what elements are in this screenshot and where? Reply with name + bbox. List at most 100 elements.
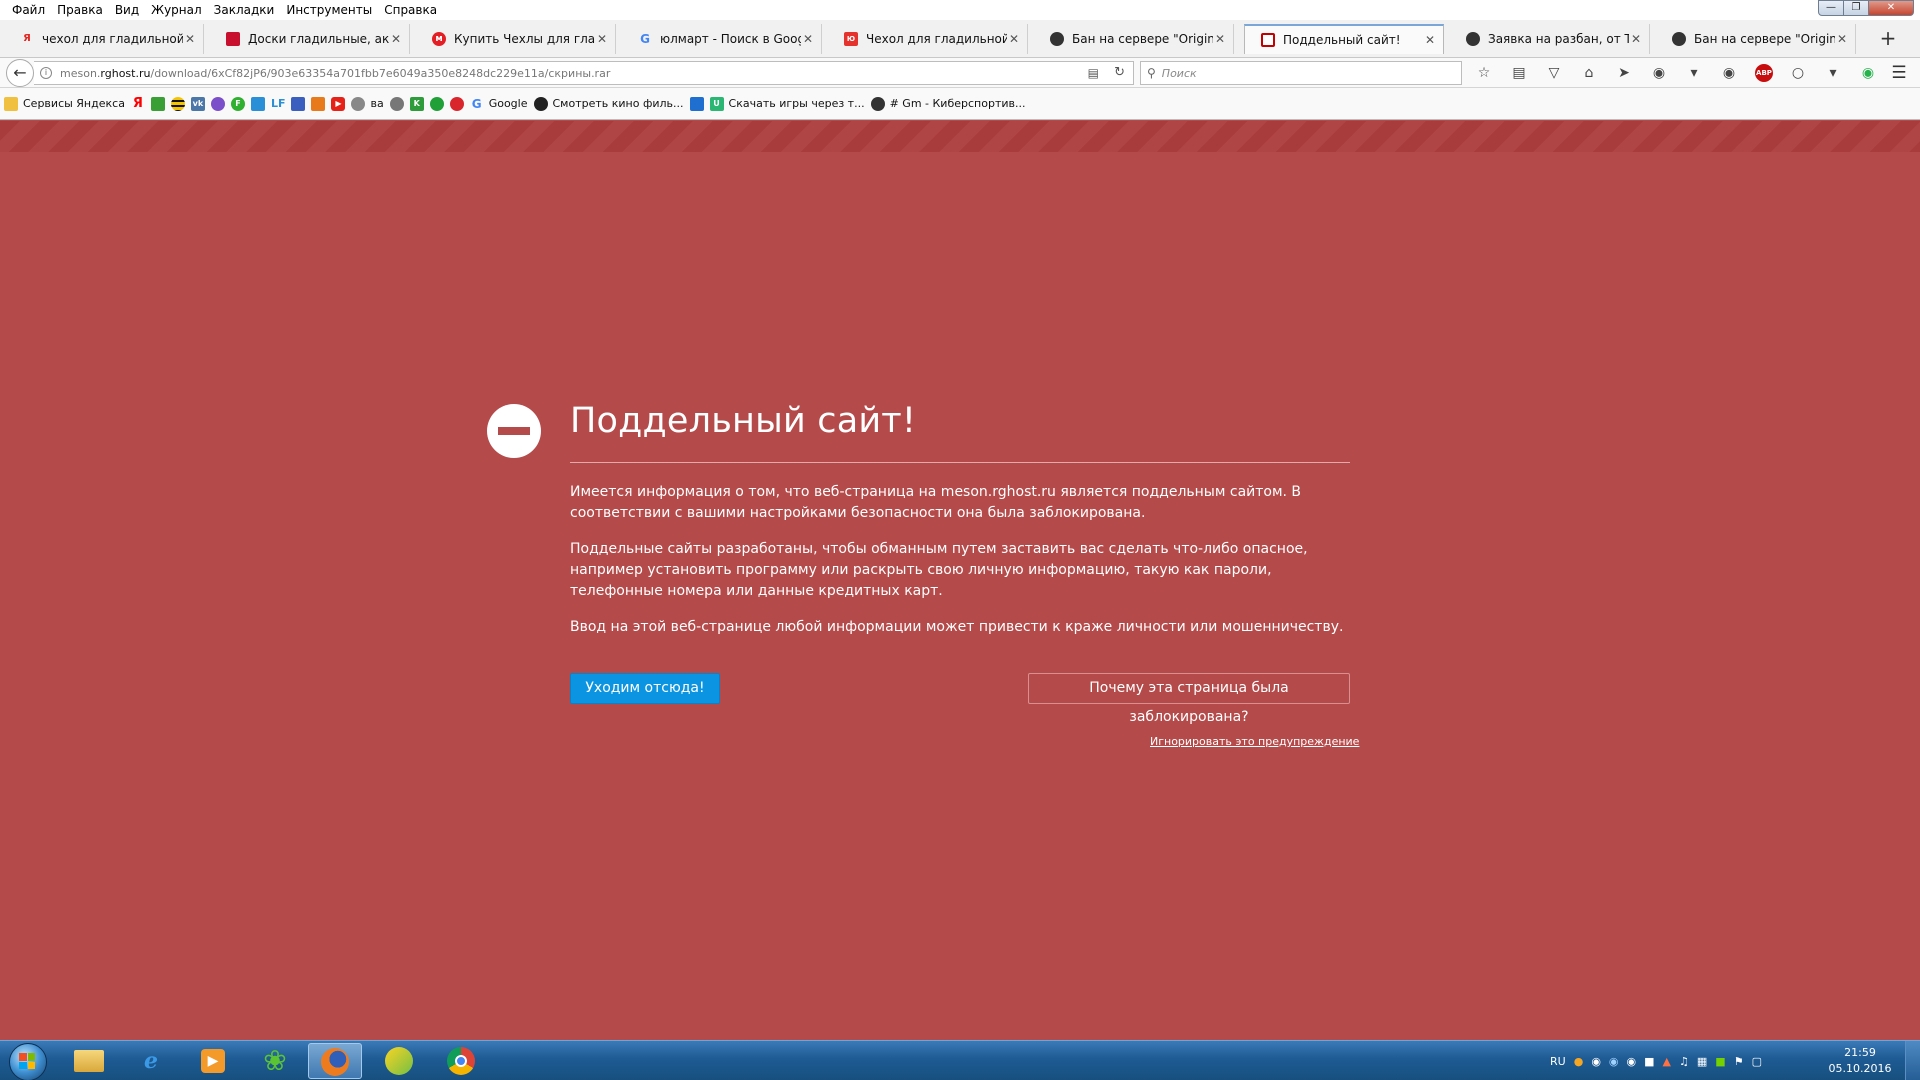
icq-icon[interactable]: ❀: [248, 1043, 302, 1079]
bookmark-youtube[interactable]: ▶: [331, 96, 346, 111]
why-blocked-button[interactable]: Почему эта страница была заблокирована?: [1028, 673, 1350, 725]
dropdown-icon[interactable]: ▾: [1819, 62, 1847, 84]
close-tab-icon[interactable]: ✕: [1007, 32, 1021, 46]
clock[interactable]: 21:59 05.10.2016: [1822, 1045, 1898, 1077]
close-tab-icon[interactable]: ✕: [1423, 33, 1437, 47]
site-info-icon[interactable]: i: [40, 67, 52, 79]
close-window-button[interactable]: ✕: [1868, 0, 1914, 16]
media-player-icon[interactable]: ▶: [186, 1043, 240, 1079]
close-tab-icon[interactable]: ✕: [1629, 32, 1643, 46]
bookmark-10[interactable]: [311, 96, 326, 111]
bookmark-6[interactable]: F: [230, 96, 245, 111]
close-tab-icon[interactable]: ✕: [1213, 32, 1227, 46]
close-tab-icon[interactable]: ✕: [389, 32, 403, 46]
bookmark-5[interactable]: [210, 96, 225, 111]
bookmark-13[interactable]: [389, 96, 404, 111]
tab-4[interactable]: G юлмарт - Поиск в Google ✕: [622, 24, 822, 54]
bookmark-beeline[interactable]: [170, 96, 185, 111]
bookmarks-list-icon[interactable]: ▤: [1505, 62, 1533, 84]
bookmark-19[interactable]: [689, 96, 704, 111]
menu-help[interactable]: Справка: [378, 3, 443, 17]
nvidia-icon[interactable]: ■: [1715, 1055, 1725, 1068]
bookmark-9[interactable]: [291, 96, 306, 111]
downloads-icon[interactable]: ◉: [1715, 62, 1743, 84]
get-me-out-button[interactable]: Уходим отсюда!: [570, 673, 720, 704]
bookmark-15[interactable]: [429, 96, 444, 111]
bookmark-lf[interactable]: LF: [271, 97, 286, 111]
maximize-window-button[interactable]: ❐: [1843, 0, 1869, 16]
close-tab-icon[interactable]: ✕: [595, 32, 609, 46]
reload-icon[interactable]: ↻: [1114, 65, 1125, 80]
bookmark-2[interactable]: [150, 96, 165, 111]
title-divider: [570, 462, 1350, 463]
reader-view-icon[interactable]: ▤: [1088, 66, 1099, 80]
url-prefix: meson.: [60, 66, 101, 80]
bookmark-games[interactable]: U Скачать игры через т...: [709, 96, 865, 111]
bookmark-14[interactable]: K: [409, 96, 424, 111]
search-bar[interactable]: ⚲ Поиск: [1140, 61, 1462, 85]
bookmark-yandex-services[interactable]: Сервисы Яндекса: [4, 96, 125, 111]
menu-bookmarks[interactable]: Закладки: [208, 3, 281, 17]
close-tab-icon[interactable]: ✕: [183, 32, 197, 46]
close-tab-icon[interactable]: ✕: [801, 32, 815, 46]
menu-edit[interactable]: Правка: [51, 3, 109, 17]
start-button[interactable]: [4, 1041, 50, 1080]
ignore-warning-link[interactable]: Игнорировать это предупреждение: [1150, 735, 1359, 748]
menu-tools[interactable]: Инструменты: [280, 3, 378, 17]
tray-app-icon[interactable]: ◉: [1591, 1055, 1601, 1068]
tray-app-icon[interactable]: ▲: [1663, 1055, 1671, 1068]
menu-view[interactable]: Вид: [109, 3, 145, 17]
bookmark-va[interactable]: ва: [351, 96, 384, 111]
explorer-icon[interactable]: [62, 1043, 116, 1079]
show-desktop-button[interactable]: [1905, 1041, 1920, 1080]
tab-2[interactable]: Доски гладильные, аксес... ✕: [210, 24, 410, 54]
tray-app-icon[interactable]: ●: [1574, 1055, 1584, 1068]
grammarly-icon[interactable]: ◉: [1854, 62, 1882, 84]
network-icon[interactable]: ▦: [1697, 1055, 1707, 1068]
tab-9[interactable]: Бан на сервере "Original ... ✕: [1656, 24, 1856, 54]
tab-5[interactable]: Ю Чехол для гладильной до... ✕: [828, 24, 1028, 54]
chrome-icon[interactable]: [434, 1043, 488, 1079]
new-tab-button[interactable]: +: [1876, 26, 1900, 52]
hamburger-menu-icon[interactable]: ☰: [1886, 62, 1912, 84]
tray-app-icon[interactable]: ◉: [1609, 1055, 1619, 1068]
addon-icon[interactable]: ○: [1784, 62, 1812, 84]
game-launcher-icon[interactable]: [372, 1043, 426, 1079]
bookmark-vk[interactable]: vk: [190, 96, 205, 111]
send-icon[interactable]: ➤: [1610, 62, 1638, 84]
bookmark-7[interactable]: [250, 96, 265, 111]
tab-3[interactable]: м Купить Чехлы для гладил... ✕: [416, 24, 616, 54]
tray-app-icon[interactable]: ◉: [1627, 1055, 1637, 1068]
pocket-icon[interactable]: ▽: [1540, 62, 1568, 84]
globe-icon: [1466, 32, 1480, 46]
close-tab-icon[interactable]: ✕: [1835, 32, 1849, 46]
internet-explorer-icon[interactable]: e: [124, 1043, 178, 1079]
bookmark-movies[interactable]: Смотреть кино филь...: [533, 96, 684, 111]
volume-icon[interactable]: ♫: [1679, 1055, 1689, 1068]
tab-6[interactable]: Бан на сервере "Original ... ✕: [1034, 24, 1234, 54]
bookmark-gm[interactable]: # Gm - Киберспортив...: [870, 96, 1025, 111]
menu-history[interactable]: Журнал: [145, 3, 208, 17]
dropdown-icon[interactable]: ▾: [1680, 62, 1708, 84]
back-button[interactable]: ←: [6, 59, 34, 87]
display-icon[interactable]: ▢: [1752, 1055, 1762, 1068]
bookmark-16[interactable]: [449, 96, 464, 111]
tab-1[interactable]: Я чехол для гладильной до... ✕: [4, 24, 204, 54]
tab-8[interactable]: Заявка на разбан, от The ... ✕: [1450, 24, 1650, 54]
language-indicator[interactable]: RU: [1550, 1055, 1566, 1068]
youtube-icon: ▶: [331, 96, 346, 111]
bookmark-label: ва: [370, 97, 384, 110]
firefox-icon[interactable]: [308, 1043, 362, 1079]
action-center-flag-icon[interactable]: ⚑: [1734, 1055, 1744, 1068]
bookmark-yandex[interactable]: Я: [131, 96, 145, 111]
bookmark-star-icon[interactable]: ☆: [1470, 62, 1498, 84]
home-icon[interactable]: ⌂: [1575, 62, 1603, 84]
url-bar[interactable]: i meson. rghost.ru/download/6xCf82jP6/903…: [34, 61, 1134, 85]
tray-app-icon[interactable]: ■: [1644, 1055, 1654, 1068]
bookmark-google[interactable]: G Google: [470, 97, 528, 111]
menu-file[interactable]: Файл: [6, 3, 51, 17]
adblock-icon[interactable]: ABP: [1755, 64, 1773, 82]
tab-7-active[interactable]: Поддельный сайт! ✕: [1244, 24, 1444, 54]
extension-icon[interactable]: ◉: [1645, 62, 1673, 84]
minimize-window-button[interactable]: —: [1818, 0, 1844, 16]
